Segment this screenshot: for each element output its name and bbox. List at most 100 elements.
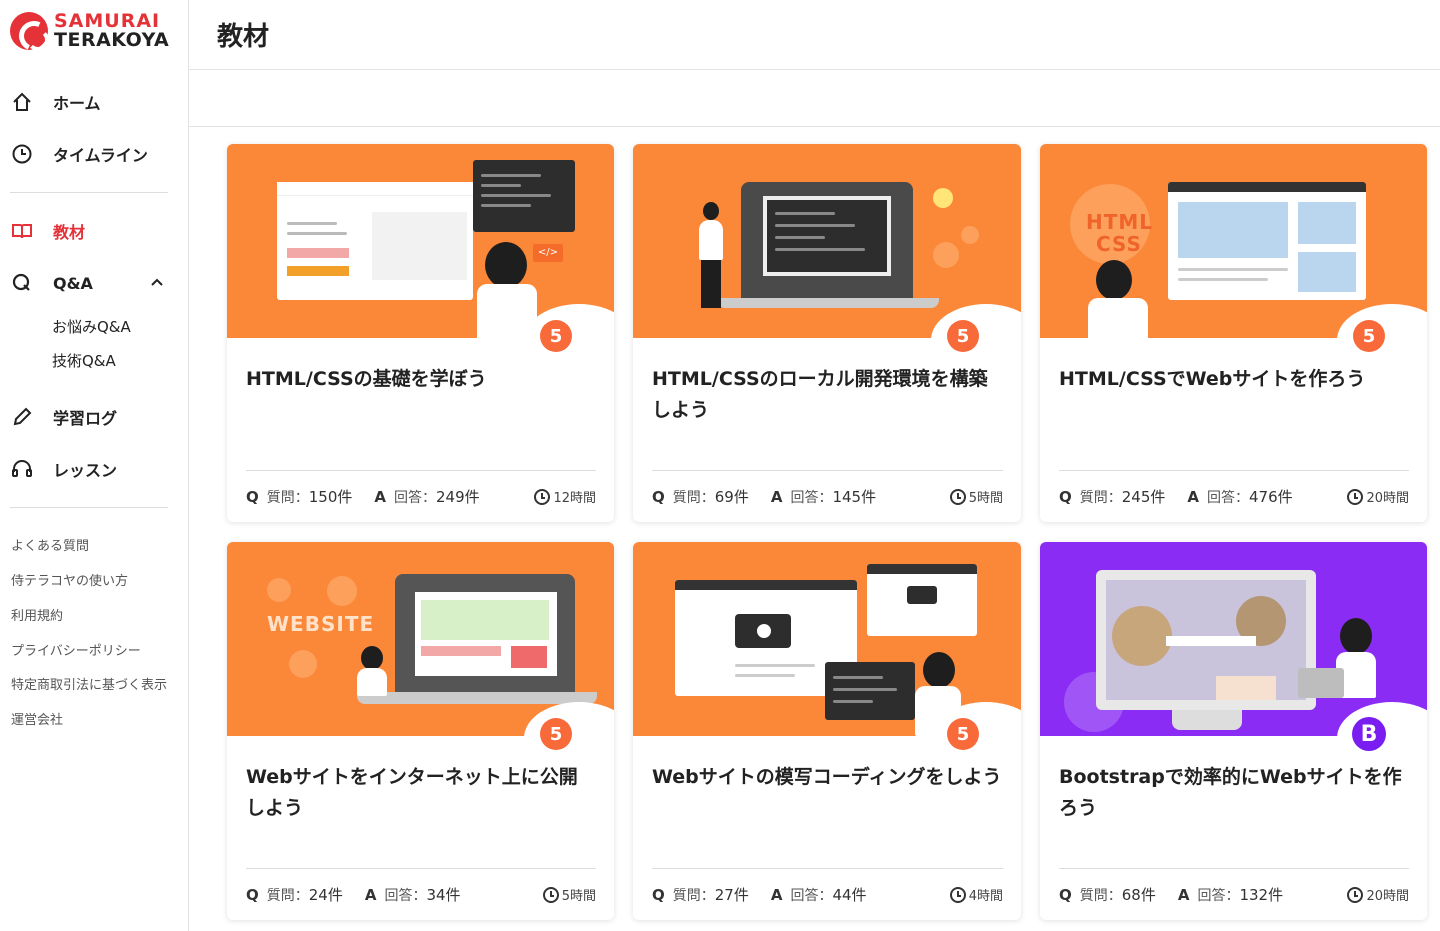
html5-badge-icon: 5 <box>1349 316 1389 356</box>
card-title: Webサイトの模写コーディングをしよう <box>652 766 1002 788</box>
study-time: 20時間 <box>1347 885 1409 904</box>
chevron-up-icon[interactable] <box>150 275 164 291</box>
main-content: 教材 </> 5 HTML/CSSの基礎を学ぼう Q 質問： 150件 A 回答… <box>189 0 1440 931</box>
card-badge-label: 5 <box>540 320 572 352</box>
thumb-browser-window <box>867 564 977 636</box>
thumb-laptop <box>395 574 575 696</box>
q-icon: Q <box>246 487 259 506</box>
footer-link-terms[interactable]: 利用規約 <box>11 600 188 635</box>
nav-item-lesson[interactable]: レッスン <box>0 443 188 495</box>
q-icon: Q <box>652 885 665 904</box>
thumb-person-head <box>361 646 383 670</box>
a-icon: A <box>1187 487 1200 506</box>
footer-link-howto[interactable]: 侍テラコヤの使い方 <box>11 565 188 600</box>
html5-badge-icon: 5 <box>943 316 983 356</box>
thumb-word-website: WEBSITE <box>267 612 375 636</box>
card-body: HTML/CSSでWebサイトを作ろう <box>1040 338 1427 468</box>
card-badge-label: 5 <box>947 718 979 750</box>
nav-divider <box>10 192 168 193</box>
nav-sub-item-worries-qa[interactable]: お悩みQ&A <box>0 309 188 343</box>
card-body: Bootstrapで効率的にWebサイトを作ろう <box>1040 736 1427 866</box>
nav-item-qa[interactable]: Q&A <box>0 257 188 309</box>
nav-label-qa: Q&A <box>53 273 93 293</box>
home-icon <box>11 91 33 113</box>
thumb-person-head <box>1096 260 1132 300</box>
thumb-browser-window <box>277 182 473 300</box>
samurai-terakoya-logo[interactable]: SAMURAI TERAKOYA <box>0 0 188 62</box>
material-card[interactable]: HTML CSS 5 HTML/CSSでWebサイトを作ろう Q 質問： 245… <box>1040 144 1427 522</box>
footer-link-privacy[interactable]: プライバシーポリシー <box>11 635 188 670</box>
clock-icon <box>1347 488 1364 505</box>
material-card[interactable]: 5 HTML/CSSのローカル開発環境を構築しよう Q 質問： 69件 A 回答… <box>633 144 1021 522</box>
study-time: 4時間 <box>949 885 1003 904</box>
thumb-laptop-base <box>357 692 597 704</box>
thumb-code-window <box>473 160 575 232</box>
material-card[interactable]: WEBSITE 5 Webサイトをインターネット上に公開しよう Q 質問： 24… <box>227 542 614 920</box>
pencil-icon <box>11 406 33 428</box>
material-card-grid: </> 5 HTML/CSSの基礎を学ぼう Q 質問： 150件 A 回答： 2… <box>227 144 1427 920</box>
thumb-laptop <box>741 182 913 300</box>
nav-item-log[interactable]: 学習ログ <box>0 391 188 443</box>
card-thumbnail <box>633 144 1021 338</box>
answer-label: 回答： <box>394 489 437 506</box>
q-icon: Q <box>246 885 259 904</box>
question-label: 質問： <box>1079 489 1122 506</box>
nav-item-timeline[interactable]: タイムライン <box>0 128 188 180</box>
question-value: 68件 <box>1121 886 1156 904</box>
question-value: 150件 <box>308 488 353 506</box>
thumb-word-css: CSS <box>1096 232 1142 256</box>
answer-value: 44件 <box>832 886 867 904</box>
a-icon: A <box>1177 885 1190 904</box>
nav-divider <box>10 507 168 508</box>
thumb-monitor <box>1096 570 1316 710</box>
footer-link-company[interactable]: 運営会社 <box>11 704 188 739</box>
nav-label-timeline: タイムライン <box>53 146 148 165</box>
q-icon: Q <box>1059 487 1072 506</box>
study-time: 12時間 <box>534 487 596 506</box>
nav-label-lesson: レッスン <box>53 461 118 480</box>
answer-count: A 回答： 44件 <box>771 884 867 905</box>
card-badge-label: 5 <box>1353 320 1385 352</box>
a-icon: A <box>364 885 377 904</box>
question-value: 69件 <box>714 488 749 506</box>
nav-item-home[interactable]: ホーム <box>0 76 188 128</box>
card-thumbnail <box>633 542 1021 736</box>
material-card[interactable]: </> 5 HTML/CSSの基礎を学ぼう Q 質問： 150件 A 回答： 2… <box>227 144 614 522</box>
answer-label: 回答： <box>1197 887 1240 904</box>
question-count: Q 質問： 24件 <box>246 884 343 905</box>
thumb-person-body <box>1088 298 1148 338</box>
question-count: Q 質問： 68件 <box>1059 884 1156 905</box>
card-stats: Q 質問： 150件 A 回答： 249件 12時間 <box>246 470 596 507</box>
thumb-person-head <box>703 202 719 220</box>
card-stats: Q 質問： 24件 A 回答： 34件 5時間 <box>246 868 596 905</box>
card-stats: Q 質問： 69件 A 回答： 145件 5時間 <box>652 470 1003 507</box>
question-count: Q 質問： 245件 <box>1059 486 1165 507</box>
footer-link-tokushoho[interactable]: 特定商取引法に基づく表示 <box>11 669 188 704</box>
thumb-person-body <box>477 284 537 338</box>
answer-value: 34件 <box>426 886 461 904</box>
answer-count: A 回答： 476件 <box>1187 486 1292 507</box>
card-title: HTML/CSSの基礎を学ぼう <box>246 368 487 390</box>
nav-sub-item-tech-qa[interactable]: 技術Q&A <box>0 343 188 377</box>
answer-count: A 回答： 34件 <box>365 884 461 905</box>
footer-link-faq[interactable]: よくある質問 <box>11 530 188 565</box>
html5-badge-icon: 5 <box>536 714 576 754</box>
nav-item-materials[interactable]: 教材 <box>0 205 188 257</box>
clock-icon <box>949 886 966 903</box>
answer-label: 回答： <box>790 887 833 904</box>
study-time: 5時間 <box>542 885 596 904</box>
card-body: Webサイトの模写コーディングをしよう <box>633 736 1021 866</box>
question-value: 27件 <box>714 886 749 904</box>
thumb-person-head <box>923 652 955 688</box>
card-thumbnail: WEBSITE <box>227 542 614 736</box>
answer-count: A 回答： 145件 <box>771 486 876 507</box>
question-value: 24件 <box>308 886 343 904</box>
question-count: Q 質問： 150件 <box>246 486 352 507</box>
answer-label: 回答： <box>1207 489 1250 506</box>
question-count: Q 質問： 27件 <box>652 884 749 905</box>
q-icon <box>11 272 33 294</box>
material-card[interactable]: B Bootstrapで効率的にWebサイトを作ろう Q 質問： 68件 A 回… <box>1040 542 1427 920</box>
material-card[interactable]: 5 Webサイトの模写コーディングをしよう Q 質問： 27件 A 回答： 44… <box>633 542 1021 920</box>
card-stats: Q 質問： 68件 A 回答： 132件 20時間 <box>1059 868 1409 905</box>
answer-label: 回答： <box>384 887 427 904</box>
